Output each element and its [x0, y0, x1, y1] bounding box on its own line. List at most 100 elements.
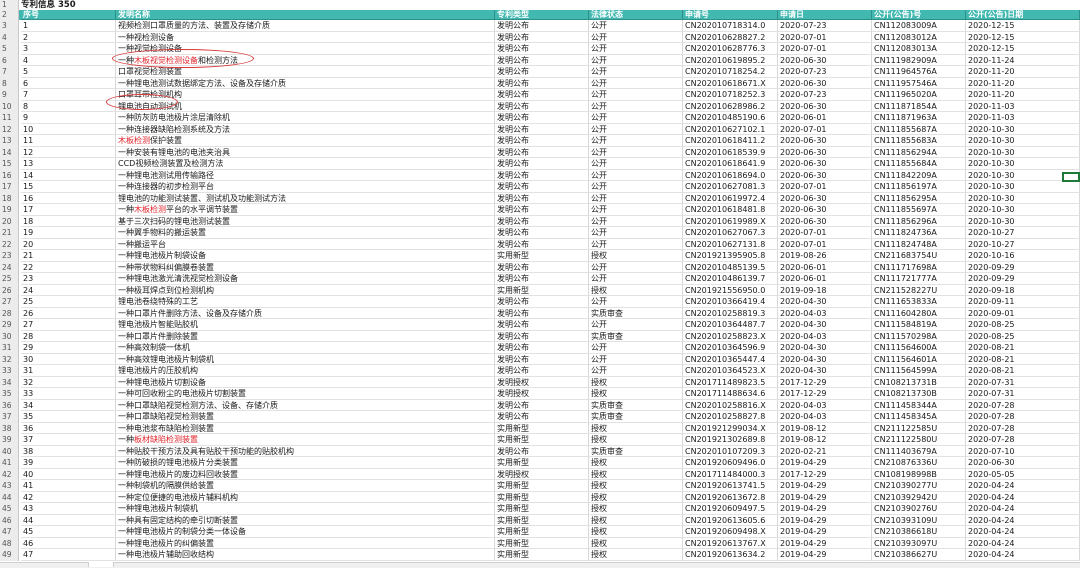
- col-publication-no[interactable]: CN210393097U: [872, 537, 966, 549]
- col-index[interactable]: 3: [21, 43, 116, 55]
- col-invention-name[interactable]: 一种防灰防电池极片涂层清除机: [116, 112, 495, 124]
- col-legal-status[interactable]: 公开: [589, 100, 683, 112]
- col-application-date[interactable]: 2019-04-29: [778, 537, 872, 549]
- col-publication-no[interactable]: CN210393109U: [872, 514, 966, 526]
- col-invention-name[interactable]: 一种贴胶干预方法及具有贴胶干预功能的贴胶机构: [116, 445, 495, 457]
- col-invention-name[interactable]: 一种视觉检测设备: [116, 43, 495, 55]
- col-index[interactable]: 25: [21, 296, 116, 308]
- col-application-no[interactable]: CN201920609498.X: [683, 526, 778, 538]
- col-application-date[interactable]: 2017-12-29: [778, 376, 872, 388]
- col-application-no[interactable]: CN201711489823.5: [683, 376, 778, 388]
- col-patent-type[interactable]: 实用新型: [495, 526, 589, 538]
- col-legal-status[interactable]: 授权: [589, 526, 683, 538]
- row-number[interactable]: 25: [0, 273, 19, 285]
- col-application-no[interactable]: CN202010618671.X: [683, 77, 778, 89]
- col-application-no[interactable]: CN201920613634.2: [683, 549, 778, 561]
- row-number[interactable]: 23: [0, 250, 19, 262]
- col-publication-no[interactable]: CN111856294A: [872, 146, 966, 158]
- col-application-no[interactable]: CN201920613672.8: [683, 491, 778, 503]
- col-application-date[interactable]: 2020-07-01: [778, 43, 872, 55]
- col-application-date[interactable]: 2020-07-23: [778, 20, 872, 32]
- col-index[interactable]: 1: [21, 20, 116, 32]
- col-index[interactable]: 23: [21, 273, 116, 285]
- col-publication-date[interactable]: 2020-04-24: [966, 480, 1080, 492]
- col-invention-name[interactable]: 一种锂电池测试用传输路径: [116, 169, 495, 181]
- row-number[interactable]: 5: [0, 43, 19, 55]
- col-publication-date[interactable]: 2020-04-24: [966, 537, 1080, 549]
- col-publication-date[interactable]: 2020-09-18: [966, 284, 1080, 296]
- col-application-date[interactable]: 2020-06-30: [778, 192, 872, 204]
- col-legal-status[interactable]: 公开: [589, 342, 683, 354]
- col-application-no[interactable]: CN201921302689.8: [683, 434, 778, 446]
- col-invention-name[interactable]: 一种口罩缺陷视觉检测方法、设备、存储介质: [116, 399, 495, 411]
- col-application-date[interactable]: 2020-04-03: [778, 330, 872, 342]
- col-publication-no[interactable]: CN111856295A: [872, 192, 966, 204]
- col-index[interactable]: 22: [21, 261, 116, 273]
- col-publication-date[interactable]: 2020-04-24: [966, 514, 1080, 526]
- col-application-date[interactable]: 2019-04-29: [778, 457, 872, 469]
- col-legal-status[interactable]: 授权: [589, 376, 683, 388]
- col-publication-no[interactable]: CN108213730B: [872, 388, 966, 400]
- col-publication-no[interactable]: CN111855684A: [872, 158, 966, 170]
- col-invention-name[interactable]: 一种锂电池极片制袋设备: [116, 250, 495, 262]
- col-publication-date[interactable]: 2020-11-03: [966, 100, 1080, 112]
- col-index[interactable]: 2: [21, 31, 116, 43]
- row-number[interactable]: 26: [0, 284, 19, 296]
- col-publication-date[interactable]: 2020-09-11: [966, 296, 1080, 308]
- col-publication-date[interactable]: 2020-07-31: [966, 376, 1080, 388]
- col-application-date[interactable]: 2020-04-03: [778, 307, 872, 319]
- col-index[interactable]: 13: [21, 158, 116, 170]
- col-index[interactable]: 14: [21, 169, 116, 181]
- col-application-no[interactable]: CN201711484000.3: [683, 468, 778, 480]
- header-col-application-no[interactable]: 申请号: [683, 10, 778, 20]
- col-legal-status[interactable]: 公开: [589, 169, 683, 181]
- col-patent-type[interactable]: 发明公布: [495, 261, 589, 273]
- col-index[interactable]: 27: [21, 319, 116, 331]
- col-patent-type[interactable]: 发明公布: [495, 330, 589, 342]
- header-col-publication-no[interactable]: 公开(公告)号: [872, 10, 966, 20]
- col-index[interactable]: 40: [21, 468, 116, 480]
- col-publication-no[interactable]: CN210390277U: [872, 480, 966, 492]
- row-number[interactable]: 20: [0, 215, 19, 227]
- col-invention-name[interactable]: 视频检测口罩质量的方法、装置及存储介质: [116, 20, 495, 32]
- row-number[interactable]: 18: [0, 192, 19, 204]
- col-application-no[interactable]: CN201711488634.6: [683, 388, 778, 400]
- col-publication-no[interactable]: CN112083009A: [872, 20, 966, 32]
- col-invention-name[interactable]: 一种锂电池极片切割设备: [116, 376, 495, 388]
- row-number[interactable]: 10: [0, 100, 19, 112]
- col-publication-no[interactable]: CN111856296A: [872, 215, 966, 227]
- col-patent-type[interactable]: 发明公布: [495, 445, 589, 457]
- col-invention-name[interactable]: 一种高效锂电池极片制袋机: [116, 353, 495, 365]
- col-index[interactable]: 37: [21, 434, 116, 446]
- col-application-date[interactable]: 2020-04-30: [778, 365, 872, 377]
- col-publication-date[interactable]: 2020-10-16: [966, 250, 1080, 262]
- col-publication-date[interactable]: 2020-08-21: [966, 365, 1080, 377]
- header-col-index[interactable]: 序号: [21, 10, 116, 20]
- row-number[interactable]: 11: [0, 112, 19, 124]
- col-patent-type[interactable]: 发明公布: [495, 238, 589, 250]
- col-index[interactable]: 5: [21, 66, 116, 78]
- col-publication-no[interactable]: CN111855697A: [872, 204, 966, 216]
- col-legal-status[interactable]: 实质审查: [589, 411, 683, 423]
- col-invention-name[interactable]: 一种电池极片辅助回收结构: [116, 549, 495, 561]
- col-application-date[interactable]: 2019-04-29: [778, 526, 872, 538]
- col-application-date[interactable]: 2020-04-30: [778, 353, 872, 365]
- col-invention-name[interactable]: 一种极耳焊点到位检测机构: [116, 284, 495, 296]
- col-publication-date[interactable]: 2020-05-05: [966, 468, 1080, 480]
- col-invention-name[interactable]: 一种锂电池激光清洗视觉检测设备: [116, 273, 495, 285]
- row-number[interactable]: 32: [0, 353, 19, 365]
- col-patent-type[interactable]: 实用新型: [495, 250, 589, 262]
- col-patent-type[interactable]: 发明公布: [495, 100, 589, 112]
- col-application-date[interactable]: 2020-06-30: [778, 204, 872, 216]
- col-publication-date[interactable]: 2020-12-15: [966, 31, 1080, 43]
- col-index[interactable]: 41: [21, 480, 116, 492]
- col-publication-no[interactable]: CN111824736A: [872, 227, 966, 239]
- row-number[interactable]: 29: [0, 319, 19, 331]
- col-index[interactable]: 35: [21, 411, 116, 423]
- col-invention-name[interactable]: 一种口罩缺陷视觉检测装置: [116, 411, 495, 423]
- row-number[interactable]: 24: [0, 261, 19, 273]
- col-application-no[interactable]: CN202010364523.X: [683, 365, 778, 377]
- col-invention-name[interactable]: 一种锂电池极片的制袋分类一体设备: [116, 526, 495, 538]
- col-application-no[interactable]: CN202010718254.2: [683, 66, 778, 78]
- col-legal-status[interactable]: 公开: [589, 112, 683, 124]
